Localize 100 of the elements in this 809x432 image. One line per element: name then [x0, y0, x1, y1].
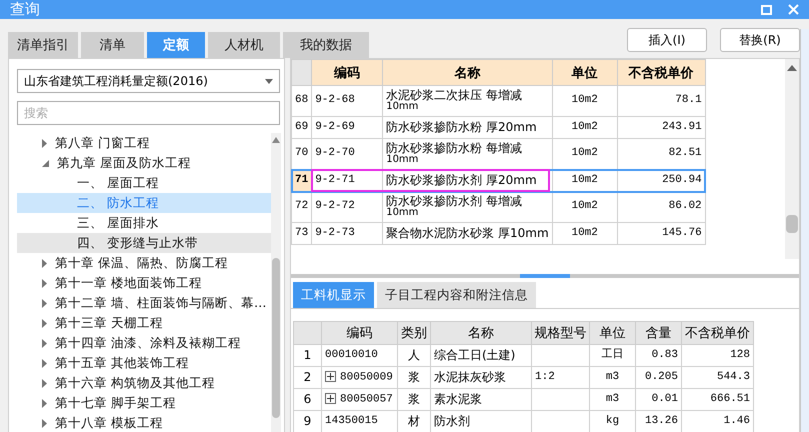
tree-item[interactable]: 第十七章 脚手架工程 — [17, 393, 271, 413]
tree-item[interactable]: 第十四章 油漆、涂料及裱糊工程 — [17, 333, 271, 353]
collapsed-arrow-icon[interactable] — [42, 138, 47, 148]
table-cell: 9-2-73 — [312, 222, 383, 244]
row-number: 70 — [292, 138, 312, 170]
library-dropdown[interactable]: 山东省建筑工程消耗量定额(2016) — [17, 69, 280, 93]
row-number: 6 — [294, 388, 322, 410]
code-text: 14350015 — [325, 414, 378, 427]
table-cell: 0.01 — [636, 388, 682, 410]
scroll-up-icon[interactable] — [272, 137, 280, 143]
code-text: 80050009 — [340, 371, 393, 384]
collapsed-arrow-icon[interactable] — [42, 258, 47, 268]
collapsed-arrow-icon[interactable] — [42, 278, 47, 288]
table-cell: 9-2-68 — [312, 86, 383, 116]
corner-cell — [294, 322, 322, 344]
table-cell: m3 — [590, 388, 636, 410]
collapsed-arrow-icon[interactable] — [42, 318, 47, 328]
table-cell: 128 — [682, 344, 754, 366]
tab[interactable]: 人材机 — [208, 32, 280, 58]
table-cell: 9-2-69 — [312, 116, 383, 138]
tree-item[interactable]: 二、 防水工程 — [17, 193, 271, 213]
tree-item[interactable]: 第十二章 墙、柱面装饰与隔断、幕… — [17, 293, 271, 313]
column-header: 名称 — [382, 60, 552, 86]
close-icon[interactable] — [788, 4, 799, 15]
window-title: 查询 — [10, 0, 41, 19]
row-number: 72 — [292, 192, 312, 222]
maximize-icon[interactable] — [761, 4, 772, 14]
table-cell: 工日 — [590, 344, 636, 366]
tree-item[interactable]: 一、 屋面工程 — [17, 173, 271, 193]
table-cell: 1:2 — [532, 366, 590, 388]
table-cell — [532, 388, 590, 410]
table-cell: 浆 — [398, 388, 430, 410]
row-number: 2 — [294, 366, 322, 388]
table-cell: 86.02 — [617, 192, 706, 222]
table-cell: m3 — [590, 366, 636, 388]
table-cell: 10m2 — [552, 116, 618, 138]
dropdown-caret-icon — [265, 78, 273, 84]
scrollbar-thumb[interactable] — [786, 215, 798, 233]
row-number: 73 — [292, 222, 312, 244]
column-header: 含量 — [636, 322, 682, 344]
expand-icon[interactable] — [325, 371, 336, 382]
replace-button[interactable]: 替换(R) — [720, 28, 800, 52]
table-cell: 78.1 — [617, 86, 706, 116]
scrollbar[interactable] — [785, 59, 799, 259]
table-cell: 防水砂浆掺防水剂 每增减 10mm — [382, 192, 552, 222]
table-cell: 防水砂浆掺防水粉 厚20mm — [382, 116, 552, 138]
column-header: 编码 — [312, 60, 383, 86]
table-cell: 0.205 — [636, 366, 682, 388]
row-number: 71 — [292, 170, 312, 192]
tree-item[interactable]: 三、 屋面排水 — [17, 213, 271, 233]
collapsed-arrow-icon[interactable] — [42, 338, 47, 348]
table-cell: 浆 — [398, 366, 430, 388]
table-cell: 9-2-72 — [312, 192, 383, 222]
table-cell: 聚合物水泥防水砂浆 厚10mm — [382, 222, 552, 244]
tree-item[interactable]: 第十五章 其他装饰工程 — [17, 353, 271, 373]
column-header: 编码 — [322, 322, 398, 344]
tree-item[interactable]: 第十三章 天棚工程 — [17, 313, 271, 333]
scrollbar[interactable] — [271, 133, 281, 432]
scroll-up-icon[interactable] — [787, 65, 797, 71]
table-cell: 0.83 — [636, 344, 682, 366]
row-number: 68 — [292, 86, 312, 116]
tab[interactable]: 子目工程内容和附注信息 — [377, 282, 536, 308]
expanded-arrow-icon[interactable] — [42, 160, 49, 166]
tab[interactable]: 清单指引 — [8, 32, 78, 58]
table-cell: 水泥抹灰砂浆 — [430, 366, 532, 388]
collapsed-arrow-icon[interactable] — [42, 358, 47, 368]
table-cell: 水泥砂浆二次抹压 每增减 10mm — [382, 86, 552, 116]
code-text: 00010010 — [325, 348, 378, 361]
tree-item[interactable]: 第九章 屋面及防水工程 — [17, 153, 271, 173]
row-number: 1 — [294, 344, 322, 366]
collapsed-arrow-icon[interactable] — [42, 378, 47, 388]
column-header: 不含税单价 — [682, 322, 754, 344]
table-cell: 素水泥浆 — [430, 388, 532, 410]
tree-item[interactable]: 第十一章 楼地面装饰工程 — [17, 273, 271, 293]
insert-button[interactable]: 插入(I) — [627, 28, 707, 52]
collapsed-arrow-icon[interactable] — [42, 398, 47, 408]
collapsed-arrow-icon[interactable] — [42, 298, 47, 308]
table-cell: 10m2 — [552, 192, 618, 222]
scrollbar-thumb[interactable] — [272, 258, 280, 418]
table-cell: 10m2 — [552, 86, 618, 116]
tree-item[interactable]: 四、 变形缝与止水带 — [17, 233, 271, 253]
row-number: 69 — [292, 116, 312, 138]
tree-item[interactable]: 第十八章 模板工程 — [17, 413, 271, 432]
collapsed-arrow-icon[interactable] — [42, 418, 47, 428]
tab[interactable]: 清单 — [81, 32, 144, 58]
table-cell — [532, 344, 590, 366]
search-field[interactable]: 搜索 — [17, 101, 280, 125]
column-header: 不含税单价 — [617, 60, 706, 86]
table-cell: 10m2 — [552, 222, 618, 244]
table-cell: 综合工日(土建) — [430, 344, 532, 366]
tab[interactable]: 我的数据 — [283, 32, 369, 58]
code-text: 80050057 — [340, 393, 393, 406]
table-cell: 666.51 — [682, 388, 754, 410]
table-cell: 243.91 — [617, 116, 706, 138]
tree-item[interactable]: 第八章 门窗工程 — [17, 133, 271, 153]
table-cell: 145.76 — [617, 222, 706, 244]
tree-item[interactable]: 第十章 保温、隔热、防腐工程 — [17, 253, 271, 273]
tree-item[interactable]: 第十六章 构筑物及其他工程 — [17, 373, 271, 393]
column-header: 单位 — [552, 60, 618, 86]
expand-icon[interactable] — [325, 393, 336, 404]
